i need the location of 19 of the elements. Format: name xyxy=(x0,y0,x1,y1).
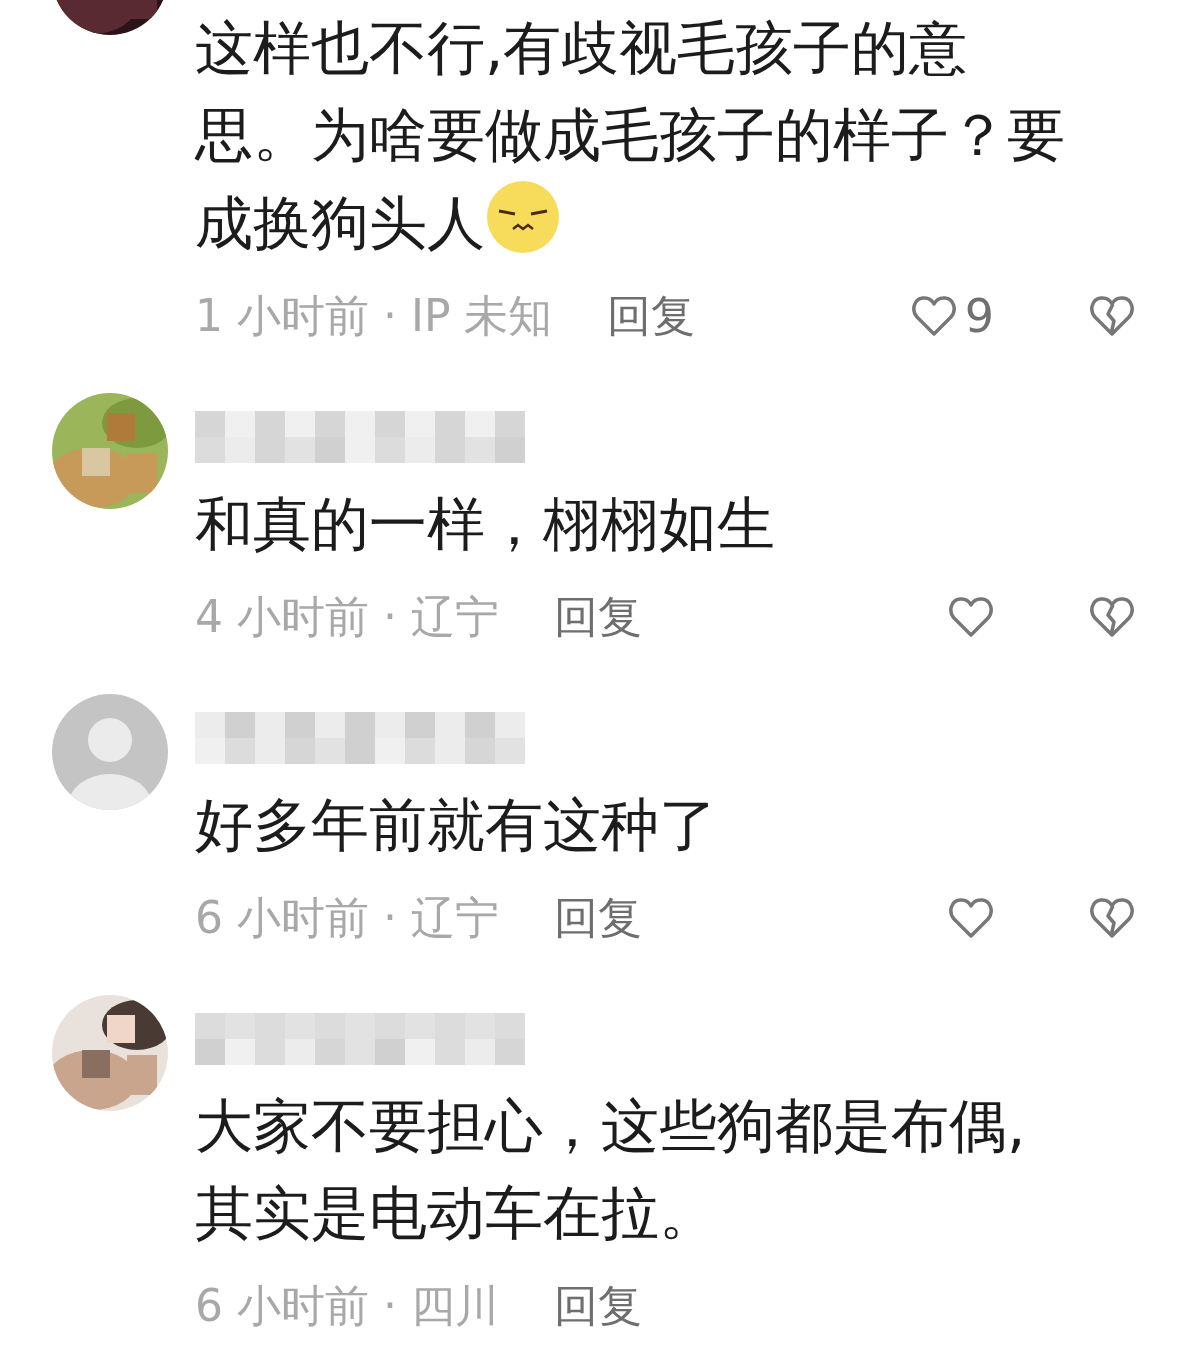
timestamp-location: 1 小时前 · IP 未知 xyxy=(195,288,553,343)
dislike-icon[interactable] xyxy=(1089,595,1135,639)
reply-button[interactable]: 回复 xyxy=(607,286,696,346)
comment-text: 好多年前就有这种了 xyxy=(195,790,718,861)
comment-text: 大家不要担心，这些狗都是布偶,其实是电动车在拉。 xyxy=(195,1091,1027,1249)
dislike-icon[interactable] xyxy=(1089,294,1135,338)
like-icon[interactable] xyxy=(910,294,957,338)
timestamp-location: 6 小时前 · 四川 xyxy=(195,1278,499,1333)
reply-button[interactable]: 回复 xyxy=(553,1276,642,1336)
timestamp-location: 6 小时前 · 辽宁 xyxy=(195,890,499,945)
timestamp-location: 4 小时前 · 辽宁 xyxy=(195,589,499,644)
like-icon[interactable] xyxy=(948,595,994,639)
reply-button[interactable]: 回复 xyxy=(553,587,642,647)
like-count: 9 xyxy=(964,289,994,343)
reply-button[interactable]: 回复 xyxy=(553,888,642,948)
like-icon[interactable] xyxy=(948,896,994,940)
comment-text: 这样也不行,有歧视毛孩子的意思。为啥要做成毛孩子的样子？要成换狗头人 xyxy=(195,13,1066,259)
dislike-icon[interactable] xyxy=(1089,896,1135,940)
comment-text: 和真的一样，栩栩如生 xyxy=(195,489,776,560)
